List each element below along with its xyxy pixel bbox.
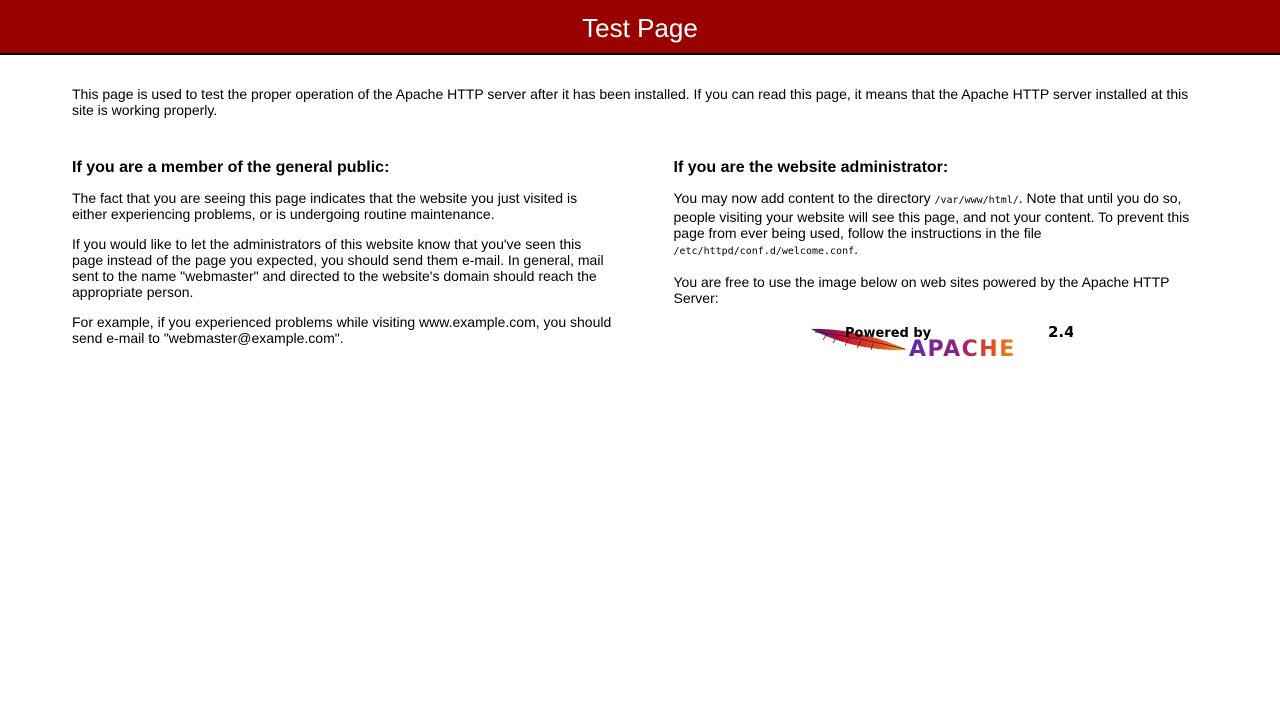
badge-container: Powered by 2.4 APACHE bbox=[674, 324, 1209, 358]
powered-by-apache-badge: Powered by 2.4 APACHE bbox=[810, 324, 1073, 358]
badge-version: 2.4 bbox=[1048, 324, 1073, 341]
public-section: If you are a member of the general publi… bbox=[72, 158, 612, 358]
columns: If you are a member of the general publi… bbox=[72, 158, 1208, 358]
admin-paragraph-1: You may now add content to the directory… bbox=[674, 190, 1209, 260]
doc-root-path: /var/www/html/ bbox=[934, 195, 1019, 206]
admin-p1-text-c: . bbox=[854, 241, 859, 257]
page-header: Test Page bbox=[0, 0, 1280, 55]
page-title: Test Page bbox=[582, 12, 698, 43]
main-content: This page is used to test the proper ope… bbox=[0, 86, 1280, 358]
admin-section: If you are the website administrator: Yo… bbox=[674, 158, 1209, 358]
welcome-conf-path: /etc/httpd/conf.d/welcome.conf bbox=[673, 246, 855, 257]
badge-apache-wordmark: APACHE bbox=[909, 337, 1016, 358]
public-paragraph-1: The fact that you are seeing this page i… bbox=[72, 190, 578, 222]
intro-text: This page is used to test the proper ope… bbox=[72, 86, 1189, 118]
admin-p1-text-a: You may now add content to the directory bbox=[673, 190, 935, 206]
public-paragraph-3: For example, if you experienced problems… bbox=[72, 314, 612, 346]
admin-paragraph-2: You are free to use the image below on w… bbox=[673, 274, 1170, 306]
public-heading: If you are a member of the general publi… bbox=[72, 159, 390, 176]
admin-heading: If you are the website administrator: bbox=[673, 159, 949, 176]
public-paragraph-2: If you would like to let the administrat… bbox=[72, 236, 604, 300]
